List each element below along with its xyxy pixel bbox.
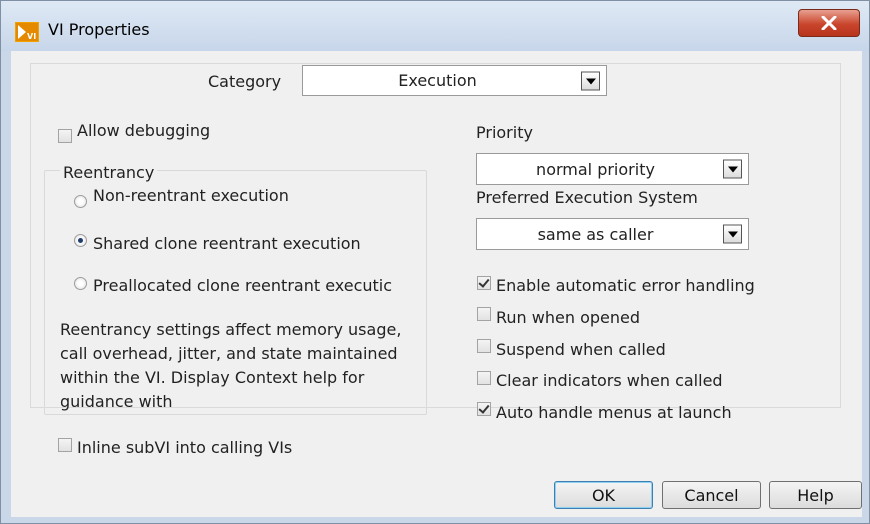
- window-title: VI Properties: [48, 20, 150, 39]
- suspend-when-called-label: Suspend when called: [496, 340, 666, 359]
- ok-button[interactable]: OK: [554, 481, 653, 509]
- shared-clone-radio[interactable]: [74, 234, 87, 247]
- allow-debugging-label: Allow debugging: [77, 121, 211, 140]
- suspend-when-called-checkbox[interactable]: [477, 339, 491, 353]
- priority-dropdown[interactable]: normal priority: [476, 153, 749, 185]
- dropdown-arrow-icon[interactable]: [723, 224, 742, 244]
- title-bar[interactable]: VI VI Properties: [1, 1, 869, 51]
- dropdown-arrow-icon[interactable]: [723, 159, 742, 179]
- enable-error-handling-label: Enable automatic error handling: [496, 276, 755, 295]
- run-when-opened-label: Run when opened: [496, 308, 640, 327]
- priority-value: normal priority: [536, 159, 655, 179]
- run-when-opened-checkbox[interactable]: [477, 307, 491, 321]
- reentrancy-description: Reentrancy settings affect memory usage,…: [60, 320, 402, 411]
- non-reentrant-label: Non-reentrant execution: [93, 186, 289, 205]
- priority-label: Priority: [476, 123, 533, 142]
- clear-indicators-checkbox[interactable]: [477, 371, 491, 385]
- inline-subvi-label: Inline subVI into calling VIs: [77, 438, 293, 457]
- auto-handle-menus-checkbox[interactable]: [477, 402, 491, 416]
- execution-system-dropdown[interactable]: same as caller: [476, 218, 749, 250]
- allow-debugging-checkbox[interactable]: [58, 129, 72, 143]
- svg-text:VI: VI: [27, 32, 36, 41]
- preallocated-clone-radio[interactable]: [74, 277, 87, 290]
- cancel-button[interactable]: Cancel: [662, 481, 761, 509]
- auto-handle-menus-label: Auto handle menus at launch: [496, 403, 732, 422]
- non-reentrant-radio[interactable]: [74, 195, 87, 208]
- shared-clone-label: Shared clone reentrant execution: [93, 234, 361, 253]
- preallocated-clone-label: Preallocated clone reentrant executic: [93, 276, 393, 295]
- labview-vi-icon: VI: [15, 22, 39, 42]
- execution-system-value: same as caller: [537, 224, 654, 244]
- close-icon: [821, 16, 837, 30]
- execution-system-label: Preferred Execution System: [476, 188, 698, 207]
- reentrancy-title: Reentrancy: [60, 163, 158, 182]
- clear-indicators-label: Clear indicators when called: [496, 371, 723, 390]
- close-button[interactable]: [798, 9, 860, 37]
- enable-error-handling-checkbox[interactable]: [477, 276, 491, 290]
- inline-subvi-checkbox[interactable]: [58, 438, 72, 452]
- help-button[interactable]: Help: [769, 481, 862, 509]
